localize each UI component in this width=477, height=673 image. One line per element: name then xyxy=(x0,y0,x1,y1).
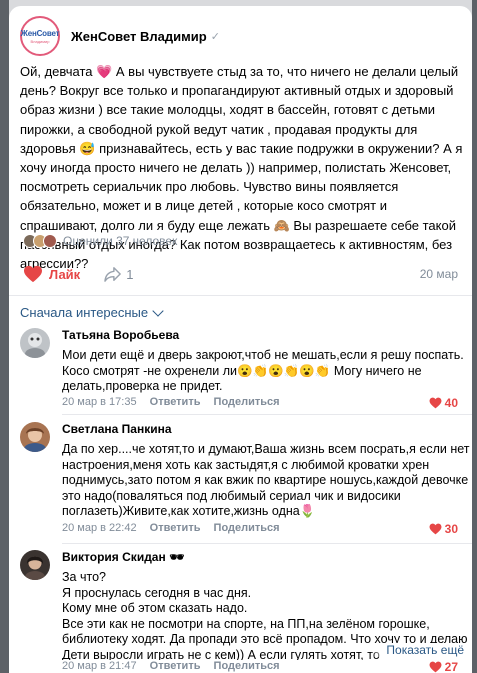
comment-like-button[interactable]: 30 xyxy=(429,522,458,536)
post-date[interactable]: 20 мар xyxy=(420,267,458,281)
post-author[interactable]: ЖенСовет Владимир xyxy=(71,29,207,44)
avatar-image xyxy=(20,422,50,452)
divider xyxy=(62,414,472,415)
share-button[interactable]: 1 xyxy=(104,266,133,282)
heart-icon xyxy=(429,397,442,409)
comment-text: Мои дети ещё и дверь закроют,чтоб не меш… xyxy=(62,348,464,393)
community-avatar[interactable]: ЖенСовет Владимир xyxy=(20,16,60,56)
comment-text: Да по хер....че хотят,то и думают,Ваша ж… xyxy=(62,442,470,518)
comment-like-button[interactable]: 27 xyxy=(429,660,458,673)
avatar-image xyxy=(20,550,50,580)
sunglasses-icon: 🕶 xyxy=(169,550,185,564)
post-card: ЖенСовет Владимир ЖенСовет Владимир ✓ Ой… xyxy=(9,6,472,673)
commenter-name[interactable]: Татьяна Воробьева xyxy=(62,328,179,342)
likes-summary[interactable]: Оценили 37 человек xyxy=(23,234,177,248)
comment-time[interactable]: 20 мар в 22:42 xyxy=(62,522,137,534)
comment-item: Татьяна Воробьева Мои дети ещё и дверь з… xyxy=(20,328,464,410)
show-more-link[interactable]: Показать ещё xyxy=(370,643,464,657)
heart-icon xyxy=(429,661,442,673)
commenter-name[interactable]: Виктория Скидан 🕶 xyxy=(62,550,184,564)
comment-item: Светлана Панкина Да по хер....че хотят,т… xyxy=(20,422,470,542)
reply-button[interactable]: Ответить xyxy=(150,396,201,408)
avatar-image xyxy=(20,328,50,358)
heart-icon xyxy=(429,523,442,535)
like-button[interactable]: Лайк xyxy=(23,265,80,283)
comment-time[interactable]: 20 мар в 21:47 xyxy=(62,660,137,672)
share-icon xyxy=(104,267,122,282)
comment-meta: 20 мар в 17:35 Ответить Поделиться xyxy=(62,396,280,408)
like-label: Лайк xyxy=(49,266,81,282)
commenter-name-text: Виктория Скидан xyxy=(62,550,166,564)
page-edge-left xyxy=(0,0,9,673)
liker-avatars xyxy=(23,234,57,248)
heart-icon xyxy=(24,265,42,283)
commenter-name[interactable]: Светлана Панкина xyxy=(62,422,172,436)
chevron-down-icon xyxy=(152,304,164,317)
reply-button[interactable]: Ответить xyxy=(150,522,201,534)
comments-sort-dropdown[interactable]: Сначала интересные xyxy=(20,304,164,320)
comment-like-count: 27 xyxy=(444,660,458,673)
page-edge-right xyxy=(472,0,477,673)
comment-meta: 20 мар в 21:47 Ответить Поделиться xyxy=(62,660,280,672)
post-action-bar: Лайк 1 20 мар xyxy=(23,261,458,287)
comment-like-button[interactable]: 40 xyxy=(429,396,458,410)
avatar-logo-text: ЖенСовет xyxy=(20,28,60,38)
commenter-avatar[interactable] xyxy=(20,550,50,580)
likes-summary-text: Оценили 37 человек xyxy=(63,234,178,248)
commenter-avatar[interactable] xyxy=(20,328,50,358)
commenter-avatar[interactable] xyxy=(20,422,50,452)
comment-like-count: 30 xyxy=(444,522,458,536)
divider xyxy=(9,295,472,296)
share-comment-button[interactable]: Поделиться xyxy=(214,396,280,408)
share-count: 1 xyxy=(126,266,134,282)
post-header: ЖенСовет Владимир ЖенСовет Владимир ✓ xyxy=(20,16,220,56)
divider xyxy=(62,543,472,544)
comment-meta: 20 мар в 22:42 Ответить Поделиться xyxy=(62,522,280,534)
reply-button[interactable]: Ответить xyxy=(150,660,201,672)
comments-sort-label: Сначала интересные xyxy=(20,305,149,320)
verified-icon: ✓ xyxy=(210,30,220,43)
comment-time[interactable]: 20 мар в 17:35 xyxy=(62,396,137,408)
share-comment-button[interactable]: Поделиться xyxy=(214,522,280,534)
liker-avatar xyxy=(43,234,57,248)
comment-like-count: 40 xyxy=(444,396,458,410)
avatar-logo-sub: Владимир xyxy=(30,38,50,44)
share-comment-button[interactable]: Поделиться xyxy=(214,660,280,672)
